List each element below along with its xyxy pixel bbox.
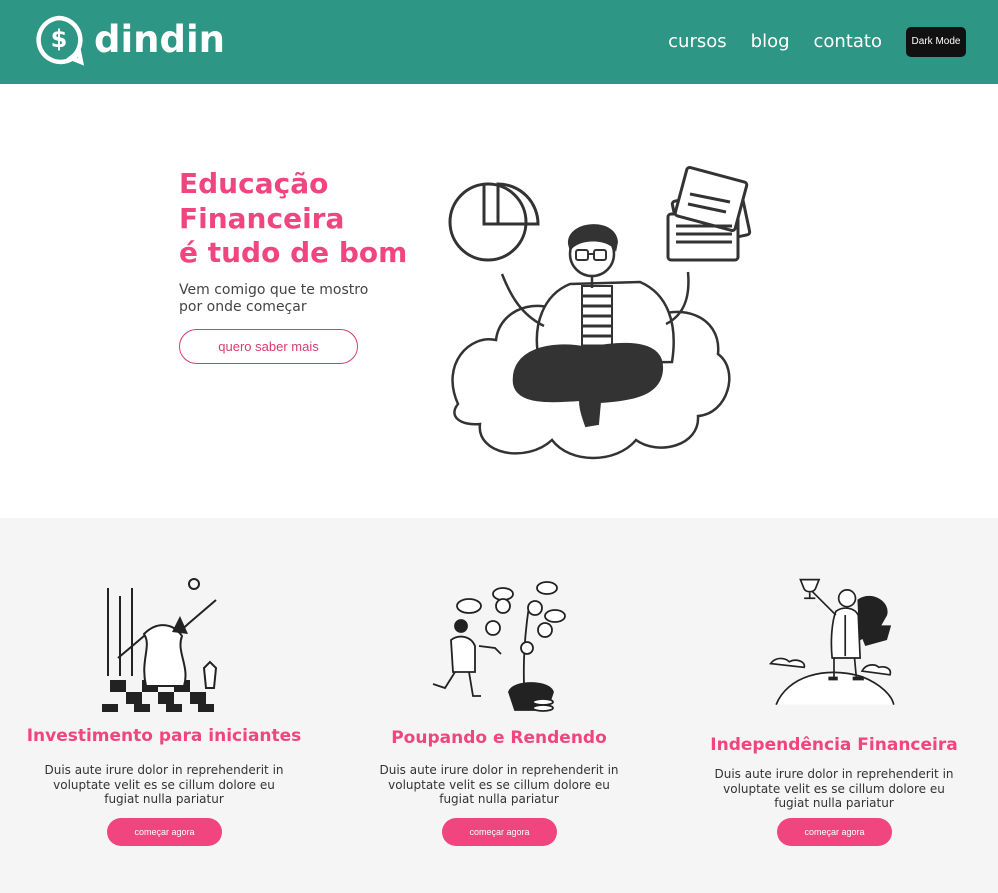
brand-name: dindin [94, 18, 226, 61]
hero-subtitle: Vem comigo que te mostro por onde começa… [179, 282, 369, 315]
feature-text-saving: Duis aute irure dolor in reprehenderit i… [379, 763, 619, 806]
feature-title-independence: Independência Financeira [710, 735, 958, 755]
features-section: Investimento para iniciantes Duis aute i… [0, 518, 998, 893]
feature-text-independence: Duis aute irure dolor in reprehenderit i… [714, 767, 954, 810]
nav-link-contato[interactable]: contato [814, 26, 882, 58]
main-nav: cursos blog contato Dark Mode [668, 26, 966, 58]
hero-title: Educação Financeira é tudo de bom [179, 167, 407, 271]
documents-icon [666, 166, 752, 262]
feature-card-investment: Investimento para iniciantes Duis aute i… [14, 518, 314, 893]
learn-more-button[interactable]: quero saber mais [179, 329, 358, 364]
feature-title-saving: Poupando e Rendendo [391, 728, 607, 748]
start-now-button-saving[interactable]: começar agora [442, 818, 557, 846]
hero-title-line-3: é tudo de bom [179, 236, 408, 269]
money-plant-illustration [432, 581, 566, 712]
start-now-button-independence[interactable]: começar agora [777, 818, 892, 846]
dollar-chat-icon: $ [36, 15, 85, 66]
trophy-hero-illustration [768, 578, 895, 705]
hero-title-line-2: Financeira [179, 201, 345, 235]
hero-title-line-1: Educação [179, 167, 329, 200]
brand-logo[interactable]: $ dindin [33, 14, 225, 66]
hero-section: Educação Financeira é tudo de bom Vem co… [0, 84, 998, 518]
chess-investment-illustration [102, 578, 218, 712]
feature-text-investment: Duis aute irure dolor in reprehenderit i… [44, 763, 284, 806]
feature-title-investment: Investimento para iniciantes [26, 726, 302, 746]
nav-link-blog[interactable]: blog [751, 26, 790, 58]
top-navbar: $ dindin cursos blog contato Dark Mode [0, 0, 998, 84]
dark-mode-button[interactable]: Dark Mode [906, 27, 966, 57]
feature-card-independence: Independência Financeira Duis aute irure… [684, 518, 984, 893]
feature-card-saving: Poupando e Rendendo Duis aute irure dolo… [349, 518, 649, 893]
start-now-button-investment[interactable]: começar agora [107, 818, 222, 846]
meditating-person-illustration [448, 166, 752, 460]
svg-text:$: $ [51, 25, 68, 53]
pie-chart-icon [448, 182, 540, 262]
nav-link-cursos[interactable]: cursos [668, 26, 726, 58]
